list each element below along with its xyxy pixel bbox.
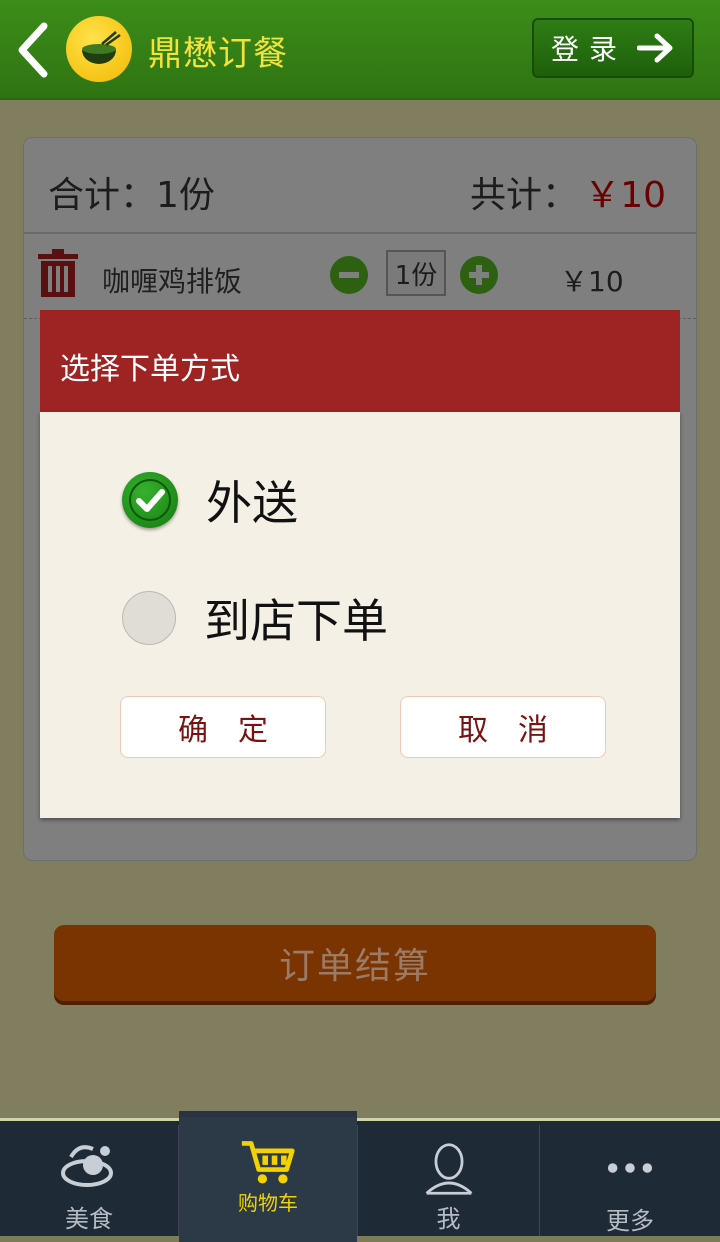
bottom-tab-bar: 美食 购物车 我 更多 <box>0 1111 720 1242</box>
cancel-button[interactable]: 取消 <box>400 696 606 758</box>
confirm-button[interactable]: 确定 <box>120 696 326 758</box>
radio-unchecked-icon[interactable] <box>122 591 176 645</box>
plus-icon[interactable] <box>460 256 498 294</box>
checkout-button[interactable]: 订单结算 <box>54 925 656 1001</box>
total-price: ￥10 <box>584 175 666 216</box>
login-label: 登录 <box>550 33 627 66</box>
item-price: ￥10 <box>560 265 624 298</box>
app-logo <box>66 16 132 82</box>
tab-cart[interactable]: 购物车 <box>179 1111 357 1242</box>
login-button[interactable]: 登录 <box>532 18 694 78</box>
option-dine-in[interactable]: 到店下单 <box>122 588 388 648</box>
minus-icon[interactable] <box>330 256 368 294</box>
checkmark-icon <box>129 479 171 521</box>
cart-item-row: 咖喱鸡排饭 1份 ￥10 <box>24 234 696 319</box>
tab-me[interactable]: 我 <box>358 1121 539 1236</box>
more-icon <box>607 1163 653 1173</box>
app-title: 鼎懋订餐 <box>148 34 288 74</box>
order-method-dialog: 选择下单方式 外送 到店下单 确定 取消 <box>40 310 680 818</box>
back-arrow-icon[interactable] <box>14 20 54 80</box>
tab-food[interactable]: 美食 <box>0 1121 178 1236</box>
dialog-title: 选择下单方式 <box>60 352 240 387</box>
cart-icon <box>241 1141 295 1184</box>
total-count: 合计：1份 <box>48 175 215 216</box>
arrow-right-icon <box>637 33 673 63</box>
total-label: 共计： <box>469 175 578 216</box>
tab-me-label: 我 <box>436 1205 461 1233</box>
quantity-field[interactable]: 1份 <box>386 250 446 296</box>
food-icon <box>61 1145 113 1187</box>
tab-more[interactable]: 更多 <box>540 1121 720 1236</box>
dialog-header: 选择下单方式 <box>40 310 680 412</box>
radio-checked-icon[interactable] <box>122 472 178 528</box>
item-name: 咖喱鸡排饭 <box>102 265 243 298</box>
app-header: 鼎懋订餐 登录 <box>0 0 720 100</box>
tab-more-label: 更多 <box>606 1207 654 1235</box>
option-delivery[interactable]: 外送 <box>122 470 298 530</box>
tab-food-label: 美食 <box>65 1205 113 1233</box>
tab-cart-label: 购物车 <box>238 1191 298 1215</box>
option-dine-in-label: 到店下单 <box>204 594 388 648</box>
cart-summary: 合计：1份 共计： ￥10 <box>24 138 696 234</box>
trash-icon[interactable] <box>36 248 80 298</box>
rice-bowl-icon <box>82 31 121 64</box>
option-delivery-label: 外送 <box>206 476 298 530</box>
user-icon <box>425 1143 472 1195</box>
